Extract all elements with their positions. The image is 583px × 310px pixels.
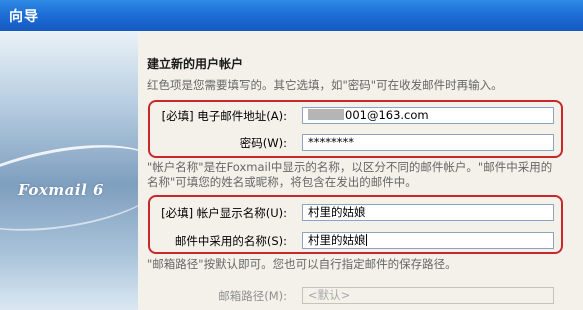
password-label: 密码(W):	[239, 136, 287, 150]
instruction-text: 红色项是您需要填写的。其它选填，如"密码"可在收发邮件时再输入。	[147, 78, 503, 92]
email-label: [必填] 电子邮件地址(A):	[161, 109, 287, 123]
wizard-window: 向导 Foxmail 6 建立新的用户帐户 红色项是您需要填写的。其它选填，如"…	[0, 0, 583, 310]
sender-name-field[interactable]: 村里的姑娘	[302, 232, 554, 249]
password-field[interactable]: ********	[302, 134, 554, 151]
display-name-value: 村里的姑娘	[308, 205, 366, 219]
sender-name-label: 邮件中采用的名称(S):	[174, 234, 287, 248]
wizard-content: 建立新的用户帐户 红色项是您需要填写的。其它选填，如"密码"可在收发邮件时再输入…	[138, 31, 583, 310]
email-field[interactable]: 001@163.com	[302, 107, 554, 124]
display-name-field[interactable]: 村里的姑娘	[302, 204, 554, 221]
section-title: 建立新的用户帐户	[147, 57, 244, 71]
email-value: 001@163.com	[345, 108, 429, 122]
password-value: ********	[308, 135, 354, 149]
path-placeholder: <默认>	[308, 288, 351, 302]
mailbox-path-field[interactable]: <默认>	[302, 287, 554, 304]
account-note-line1: "帐户名称"是在Foxmail中显示的名称，以区分不同的邮件帐户。"邮件中采用的	[147, 160, 553, 174]
foxmail-logo: Foxmail 6	[18, 181, 104, 199]
window-title: 向导	[9, 9, 39, 25]
title-bar: 向导	[0, 0, 583, 31]
path-note: "邮箱路径"按默认即可。您也可以自行指定邮件的保存路径。	[147, 257, 457, 271]
sidebar-banner: Foxmail 6	[0, 31, 138, 310]
sender-name-value: 村里的姑娘	[308, 233, 366, 247]
path-label: 邮箱路径(M):	[218, 289, 287, 303]
display-name-label: [必填] 帐户显示名称(U):	[161, 206, 287, 220]
text-caret	[365, 234, 367, 246]
account-note-line2: 名称"可填您的姓名或昵称，将包含在发出的邮件中。	[147, 175, 417, 189]
redacted-mask	[308, 109, 344, 120]
